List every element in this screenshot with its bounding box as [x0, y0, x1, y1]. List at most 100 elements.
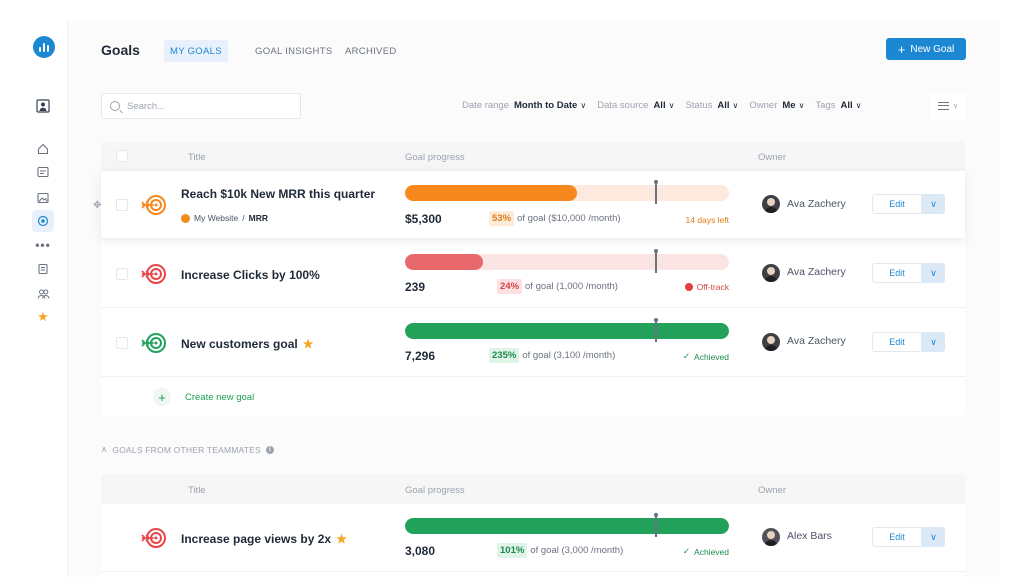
goal-title[interactable]: Reach $10k New MRR this quarter: [181, 187, 375, 201]
star-icon[interactable]: ★: [303, 337, 314, 351]
owner-name: Alex Bars: [787, 530, 832, 542]
table-row[interactable]: Increase Clicks by 100% 239 24% of goal (…: [101, 240, 965, 308]
table-row[interactable]: Increase page views by 2x ★ 3,080 101% of …: [101, 504, 965, 572]
source-metric: MRR: [248, 213, 268, 223]
page-header: Goals MY GOALS GOAL INSIGHTS ARCHIVED + …: [68, 20, 1000, 78]
goal-text: of goal (1,000 /month): [525, 281, 618, 292]
select-all-checkbox[interactable]: [116, 150, 128, 162]
home-icon[interactable]: [34, 140, 52, 158]
tab-archived[interactable]: ARCHIVED: [339, 40, 403, 62]
edit-button[interactable]: Edit: [872, 527, 922, 547]
filter-data-source[interactable]: All: [653, 100, 665, 111]
column-title: Title: [188, 485, 206, 496]
filter-label-status: Status: [685, 100, 713, 111]
row-checkbox[interactable]: [116, 199, 128, 211]
goal-title[interactable]: Increase Clicks by 100%: [181, 268, 320, 282]
account-icon[interactable]: [34, 97, 52, 115]
target-icon: [141, 195, 166, 215]
owner-name: Ava Zachery: [787, 266, 846, 278]
plus-icon: +: [153, 388, 171, 406]
chevron-down-icon: ∨: [930, 531, 937, 542]
goal-title-text: Reach $10k New MRR this quarter: [181, 187, 376, 201]
status-label: 14 days left: [685, 215, 729, 225]
new-goal-button[interactable]: + New Goal: [886, 38, 966, 60]
star-icon[interactable]: ★: [336, 532, 347, 546]
tab-goal-insights[interactable]: GOAL INSIGHTS: [249, 40, 338, 62]
filter-owner[interactable]: Me: [782, 100, 795, 111]
table-row[interactable]: ✥ Reach $10k New MRR this quarter My Web…: [93, 171, 965, 239]
dashboard-logo[interactable]: [33, 36, 55, 58]
table-row[interactable]: New customers goal ★ 7,296 235% of goal (3…: [101, 309, 965, 377]
status-label: Achieved: [694, 351, 729, 362]
teammates-section-toggle[interactable]: ∧ GOALS FROM OTHER TEAMMATES i: [101, 444, 274, 455]
filter-date-range[interactable]: Month to Date: [514, 100, 577, 111]
edit-dropdown-button[interactable]: ∨: [922, 194, 945, 214]
gallery-icon[interactable]: [34, 189, 52, 207]
owner-name: Ava Zachery: [787, 335, 846, 347]
chevron-down-icon[interactable]: ∨: [580, 101, 586, 110]
avatar: [762, 264, 780, 282]
edit-dropdown-button[interactable]: ∨: [922, 527, 945, 547]
reports-icon[interactable]: [34, 163, 52, 181]
progress-bar: [405, 254, 729, 270]
progress-bar: [405, 323, 729, 339]
info-icon[interactable]: i: [265, 445, 274, 454]
chevron-down-icon: ∨: [930, 336, 937, 347]
table-header: Title Goal progress Owner: [101, 474, 965, 504]
team-icon[interactable]: [34, 285, 52, 303]
row-checkbox[interactable]: [116, 268, 128, 280]
filter-status[interactable]: All: [717, 100, 729, 111]
source-name: My Website: [194, 213, 239, 223]
edit-dropdown-button[interactable]: ∨: [922, 263, 945, 283]
target-icon: [141, 333, 166, 353]
target-marker: [654, 249, 657, 273]
page-title: Goals: [101, 42, 140, 58]
favorites-icon[interactable]: ★: [34, 308, 52, 326]
off-track-icon: [684, 283, 693, 291]
goal-title[interactable]: Increase page views by 2x ★: [181, 532, 347, 546]
source-icon: [181, 213, 190, 223]
search-input[interactable]: Search...: [101, 93, 301, 119]
view-menu-button[interactable]: ∨: [930, 93, 966, 119]
chevron-down-icon[interactable]: ∨: [669, 101, 675, 110]
status-text: ✓ Achieved: [683, 351, 729, 362]
filter-tags[interactable]: All: [841, 100, 853, 111]
column-title: Title: [188, 152, 206, 163]
filter-label-date-range: Date range: [462, 100, 510, 111]
chevron-down-icon: ∨: [930, 198, 937, 209]
my-goals-table: Title Goal progress Owner ✥ Reach $10k N…: [93, 141, 965, 417]
current-value: 239: [405, 280, 426, 294]
chevron-down-icon[interactable]: ∨: [799, 101, 805, 110]
target-marker: [654, 318, 657, 342]
goals-icon[interactable]: [32, 210, 54, 232]
data-icon[interactable]: [34, 260, 52, 278]
target-marker: [654, 513, 657, 537]
row-checkbox[interactable]: [116, 337, 128, 349]
edit-dropdown-button[interactable]: ∨: [922, 332, 945, 352]
column-progress: Goal progress: [405, 152, 465, 163]
filter-label-tags: Tags: [815, 100, 836, 111]
create-goal-button[interactable]: + Create new goal: [153, 388, 254, 406]
filter-label-owner: Owner: [749, 100, 778, 111]
tab-my-goals[interactable]: MY GOALS: [164, 40, 228, 62]
more-icon[interactable]: •••: [34, 236, 52, 254]
progress-bar: [405, 518, 729, 534]
chevron-up-icon: ∧: [101, 444, 108, 454]
target-icon: [141, 264, 166, 284]
drag-handle-icon[interactable]: ✥: [93, 200, 101, 211]
target-icon: [141, 528, 166, 548]
chevron-down-icon[interactable]: ∨: [856, 101, 862, 110]
edit-button[interactable]: Edit: [872, 263, 922, 283]
sidebar: ••• ★: [18, 20, 68, 577]
goal-percent: 24% of goal (1,000 /month): [497, 279, 618, 294]
avatar: [762, 333, 780, 351]
goal-title[interactable]: New customers goal ★: [181, 337, 313, 351]
status-label: Off-track: [696, 282, 729, 292]
edit-button[interactable]: Edit: [872, 194, 922, 214]
current-value: 3,080: [405, 544, 436, 558]
goal-title-text: Increase page views by 2x: [181, 532, 332, 546]
chevron-down-icon[interactable]: ∨: [733, 101, 739, 110]
column-owner: Owner: [758, 485, 786, 496]
edit-button[interactable]: Edit: [872, 332, 922, 352]
create-goal-label: Create new goal: [185, 391, 255, 403]
